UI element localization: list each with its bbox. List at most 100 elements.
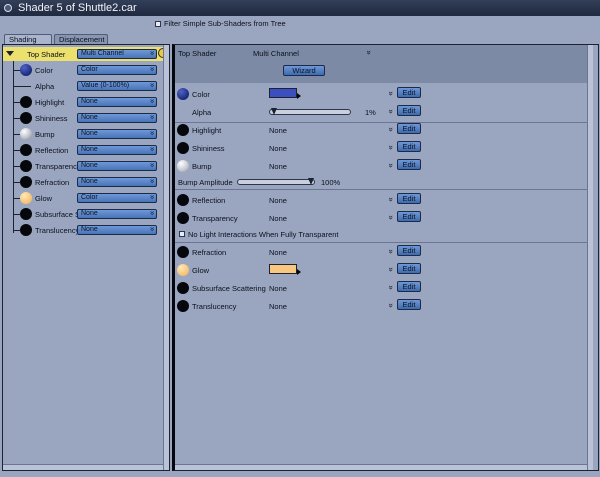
tree-item-subsurface[interactable]: Subsurface Scattering None: [3, 206, 163, 222]
alpha-slider[interactable]: [269, 108, 351, 115]
reflection-select[interactable]: None: [77, 145, 157, 155]
bump-select[interactable]: None: [77, 129, 157, 139]
channel-value[interactable]: None: [269, 214, 287, 223]
chevron-down-icon[interactable]: »: [387, 145, 396, 149]
editor-vertical-scrollbar[interactable]: [587, 45, 593, 470]
dropdown[interactable]: Color: [77, 65, 157, 75]
dropdown[interactable]: None: [77, 161, 157, 171]
no-light-checkbox[interactable]: [179, 231, 185, 237]
channel-value[interactable]: None: [269, 284, 287, 293]
channel-value[interactable]: None: [269, 196, 287, 205]
filter-label: Filter Simple Sub-Shaders from Tree: [164, 19, 286, 28]
tree-item-label: Translucency: [35, 226, 77, 235]
dropdown[interactable]: None: [77, 177, 157, 187]
dropdown[interactable]: None: [77, 145, 157, 155]
chevron-down-icon[interactable]: »: [387, 163, 396, 167]
dropdown[interactable]: None: [77, 113, 157, 123]
reflection-edit-button[interactable]: Edit: [397, 193, 421, 204]
tree-vertical-scrollbar[interactable]: [163, 45, 169, 470]
subsurface-select[interactable]: None: [77, 209, 157, 219]
chevron-down-icon[interactable]: »: [387, 249, 396, 253]
tree-item-highlight[interactable]: Highlight None: [3, 94, 163, 110]
top-shader-select[interactable]: Multi Channel: [77, 49, 157, 59]
tree-item-top-shader[interactable]: Top Shader Multi Channel: [3, 47, 168, 61]
color-edit-button[interactable]: Edit: [397, 87, 421, 98]
translucency-ball-icon: [20, 224, 32, 236]
slider-thumb[interactable]: [270, 108, 277, 115]
channel-value[interactable]: None: [269, 248, 287, 257]
chevron-down-icon[interactable]: »: [387, 267, 396, 271]
top-shader-value[interactable]: Multi Channel: [253, 49, 299, 58]
chevron-down-icon[interactable]: »: [387, 197, 396, 201]
tree-item-label: Color: [35, 66, 53, 75]
color-select[interactable]: Color: [77, 65, 157, 75]
tree-item-color[interactable]: Color Color: [3, 62, 163, 78]
wizard-button[interactable]: Wizard: [283, 65, 325, 76]
dropdown[interactable]: Multi Channel: [77, 49, 157, 59]
channel-value[interactable]: None: [269, 144, 287, 153]
transparency-select[interactable]: None: [77, 161, 157, 171]
channel-value[interactable]: None: [269, 302, 287, 311]
dropdown[interactable]: None: [77, 97, 157, 107]
shininess-select[interactable]: None: [77, 113, 157, 123]
dropdown[interactable]: None: [77, 129, 157, 139]
chevron-down-icon[interactable]: »: [387, 91, 396, 95]
dropdown[interactable]: None: [77, 225, 157, 235]
alpha-select[interactable]: Value (0-100%): [77, 81, 157, 91]
tree-item-label: Bump: [35, 130, 55, 139]
refraction-select[interactable]: None: [77, 177, 157, 187]
tree-item-translucency[interactable]: Translucency None: [3, 222, 163, 238]
highlight-ball-icon: [20, 96, 32, 108]
tree-branch: [13, 118, 20, 119]
bump-edit-button[interactable]: Edit: [397, 159, 421, 170]
tab-shading[interactable]: Shading: [4, 34, 52, 44]
tree-item-bump[interactable]: Bump None: [3, 126, 163, 142]
translucency-select[interactable]: None: [77, 225, 157, 235]
color-swatch[interactable]: [269, 88, 301, 99]
tree-item-transparency[interactable]: Transparency None: [3, 158, 163, 174]
shader-tree-panel: Top Shader Multi Channel Color Color Alp…: [2, 44, 170, 471]
glow-edit-button[interactable]: Edit: [397, 263, 421, 274]
chevron-down-icon[interactable]: »: [365, 50, 374, 54]
highlight-edit-button[interactable]: Edit: [397, 123, 421, 134]
tree-item-reflection[interactable]: Reflection None: [3, 142, 163, 158]
channel-color: Color » Edit: [175, 85, 587, 103]
chevron-down-icon[interactable]: »: [387, 215, 396, 219]
channel-value[interactable]: None: [269, 162, 287, 171]
expand-triangle-icon[interactable]: [6, 51, 14, 56]
transparency-edit-button[interactable]: Edit: [397, 211, 421, 222]
tree-item-label: Reflection: [35, 146, 69, 155]
tree-item-shininess[interactable]: Shininess None: [3, 110, 163, 126]
chevron-down-icon[interactable]: »: [387, 303, 396, 307]
translucency-edit-button[interactable]: Edit: [397, 299, 421, 310]
glow-select[interactable]: Color: [77, 193, 157, 203]
filter-checkbox[interactable]: [155, 20, 161, 27]
filter-option[interactable]: Filter Simple Sub-Shaders from Tree: [155, 19, 286, 28]
refraction-edit-button[interactable]: Edit: [397, 245, 421, 256]
tree-item-glow[interactable]: Glow Color: [3, 190, 163, 206]
dropdown[interactable]: Color: [77, 193, 157, 203]
glow-swatch[interactable]: [269, 264, 301, 275]
chevron-down-icon[interactable]: »: [387, 127, 396, 131]
tree-item-refraction[interactable]: Refraction None: [3, 174, 163, 190]
dropdown[interactable]: None: [77, 209, 157, 219]
tab-displacement[interactable]: Displacement: [54, 34, 108, 44]
tree-horizontal-scrollbar[interactable]: [3, 464, 163, 470]
chevron-down-icon[interactable]: »: [387, 109, 396, 113]
alpha-edit-button[interactable]: Edit: [397, 105, 421, 116]
slider-thumb[interactable]: [308, 178, 314, 185]
highlight-select[interactable]: None: [77, 97, 157, 107]
tree-branch: [13, 198, 20, 199]
subsurface-edit-button[interactable]: Edit: [397, 281, 421, 292]
tree-item-label: Shininess: [35, 114, 68, 123]
tree-branch: [13, 70, 20, 71]
chevron-down-icon[interactable]: »: [387, 285, 396, 289]
editor-horizontal-scrollbar[interactable]: [175, 464, 587, 470]
channel-bump: Bump None » Edit: [175, 157, 587, 175]
channel-value[interactable]: None: [269, 126, 287, 135]
tree-item-alpha[interactable]: Alpha Value (0-100%): [3, 78, 163, 94]
shininess-edit-button[interactable]: Edit: [397, 141, 421, 152]
window-icon[interactable]: [4, 4, 12, 12]
dropdown[interactable]: Value (0-100%): [77, 81, 157, 91]
bump-amplitude-slider[interactable]: [237, 178, 315, 185]
